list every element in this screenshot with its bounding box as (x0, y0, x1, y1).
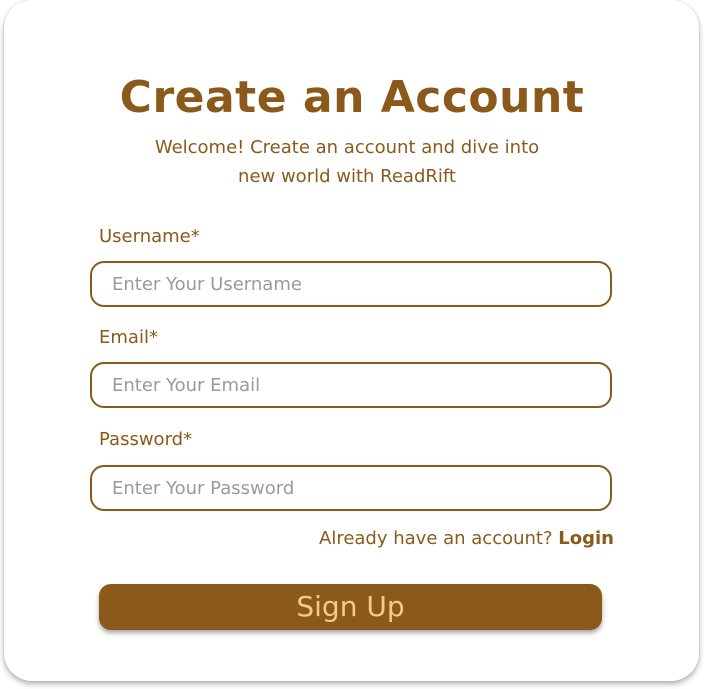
page-subtitle: Welcome! Create an account and dive into… (154, 137, 540, 187)
login-prompt-text: Already have an account? (319, 528, 553, 549)
username-label: Username* (99, 226, 200, 247)
login-link[interactable]: Login (558, 528, 614, 549)
email-input[interactable] (90, 362, 612, 408)
password-input[interactable] (90, 465, 612, 511)
sign-up-button[interactable]: Sign Up (99, 584, 602, 630)
login-prompt-row: Already have an account? Login (319, 528, 614, 549)
email-label: Email* (99, 327, 158, 348)
username-input[interactable] (90, 261, 612, 307)
page-title: Create an Account (119, 72, 585, 123)
password-label: Password* (99, 429, 193, 450)
